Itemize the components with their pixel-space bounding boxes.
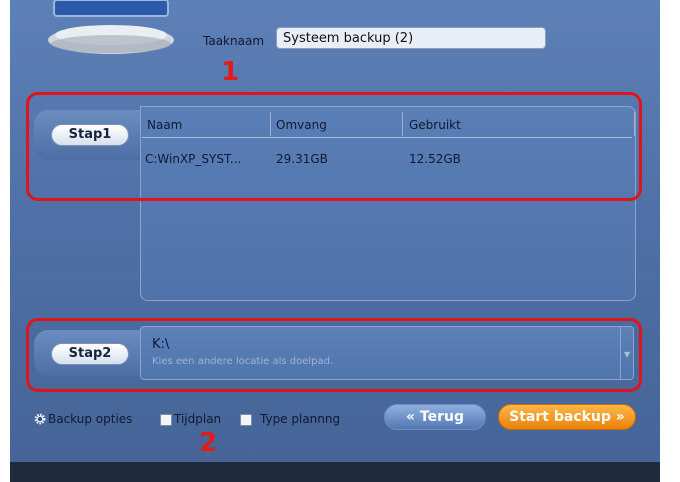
backup-options-link[interactable]: Backup opties: [48, 412, 132, 426]
tijdplan-checkbox[interactable]: [160, 414, 172, 426]
window-edge: [660, 0, 680, 482]
annotation-box-2: [26, 318, 642, 392]
hard-drive-icon: [48, 0, 174, 54]
start-backup-button[interactable]: Start backup »: [498, 404, 636, 430]
taaknaam-input[interactable]: [276, 27, 546, 49]
annotation-box-1: [26, 92, 642, 201]
back-button[interactable]: « Terug: [384, 404, 486, 430]
annotation-number-1: 1: [221, 57, 240, 87]
gear-icon[interactable]: [34, 413, 46, 425]
annotation-number-2: 2: [199, 428, 218, 458]
type-planning-checkbox[interactable]: [240, 414, 252, 426]
bottom-bar: [10, 462, 660, 482]
taaknaam-label: Taaknaam: [203, 34, 265, 48]
type-planning-label[interactable]: Type plannng: [260, 412, 340, 426]
tijdplan-label[interactable]: Tijdplan: [174, 412, 221, 426]
